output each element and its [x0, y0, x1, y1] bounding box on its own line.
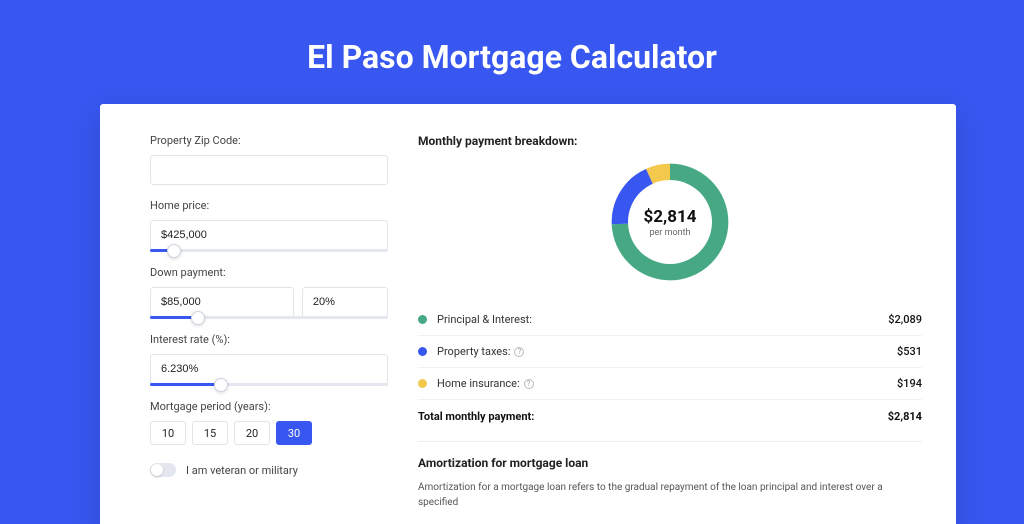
rate-slider[interactable] — [150, 383, 388, 386]
zip-input[interactable] — [150, 155, 388, 185]
total-value: $2,814 — [888, 410, 922, 423]
info-icon[interactable]: ? — [514, 347, 524, 357]
donut-chart-wrap: $2,814 per month — [418, 162, 922, 282]
breakdown-title: Monthly payment breakdown: — [418, 134, 922, 148]
form-column: Property Zip Code: Home price: Down paym… — [150, 134, 388, 524]
legend-row-2: Home insurance:?$194 — [418, 367, 922, 399]
price-input[interactable] — [150, 220, 388, 250]
period-label: Mortgage period (years): — [150, 400, 388, 413]
rate-field: Interest rate (%): — [150, 333, 388, 386]
rate-label: Interest rate (%): — [150, 333, 388, 346]
donut-amount: $2,814 — [644, 207, 697, 227]
price-slider-thumb[interactable] — [167, 244, 181, 258]
amortization-title: Amortization for mortgage loan — [418, 456, 922, 470]
price-slider[interactable] — [150, 249, 388, 252]
downpayment-label: Down payment: — [150, 266, 388, 279]
total-row: Total monthly payment: $2,814 — [418, 399, 922, 437]
period-option-15[interactable]: 15 — [192, 421, 228, 445]
legend-label: Property taxes:? — [437, 345, 897, 358]
price-label: Home price: — [150, 199, 388, 212]
rate-slider-fill — [150, 383, 221, 386]
legend-row-1: Property taxes:?$531 — [418, 335, 922, 367]
legend-dot-icon — [418, 315, 427, 324]
breakdown-column: Monthly payment breakdown: $2,814 per mo… — [418, 134, 922, 524]
info-icon[interactable]: ? — [524, 379, 534, 389]
legend-value: $2,089 — [888, 313, 922, 326]
legend-value: $531 — [897, 345, 922, 358]
section-divider — [418, 441, 922, 442]
veteran-label: I am veteran or military — [186, 464, 298, 477]
downpayment-field: Down payment: — [150, 266, 388, 319]
downpayment-slider-thumb[interactable] — [191, 311, 205, 325]
legend-label: Principal & Interest: — [437, 313, 888, 326]
period-options: 10152030 — [150, 421, 388, 445]
total-label: Total monthly payment: — [418, 410, 888, 423]
donut-sub: per month — [649, 228, 690, 238]
veteran-toggle[interactable] — [150, 463, 176, 477]
amortization-text: Amortization for a mortgage loan refers … — [418, 480, 922, 510]
donut-center: $2,814 per month — [628, 180, 712, 264]
period-option-30[interactable]: 30 — [276, 421, 312, 445]
veteran-row: I am veteran or military — [150, 463, 388, 477]
donut-chart: $2,814 per month — [610, 162, 730, 282]
zip-label: Property Zip Code: — [150, 134, 388, 147]
page-title: El Paso Mortgage Calculator — [0, 0, 1024, 104]
legend-dot-icon — [418, 379, 427, 388]
legend-value: $194 — [897, 377, 922, 390]
legend-row-0: Principal & Interest:$2,089 — [418, 304, 922, 335]
zip-field: Property Zip Code: — [150, 134, 388, 185]
rate-slider-thumb[interactable] — [214, 378, 228, 392]
period-option-20[interactable]: 20 — [234, 421, 270, 445]
calculator-card: Property Zip Code: Home price: Down paym… — [100, 104, 956, 524]
legend-dot-icon — [418, 347, 427, 356]
legend: Principal & Interest:$2,089Property taxe… — [418, 304, 922, 399]
price-field: Home price: — [150, 199, 388, 252]
downpayment-slider[interactable] — [150, 316, 388, 319]
rate-input[interactable] — [150, 354, 388, 384]
period-field: Mortgage period (years): 10152030 — [150, 400, 388, 445]
downpayment-amount-input[interactable] — [150, 287, 294, 317]
downpayment-percent-input[interactable] — [302, 287, 388, 317]
period-option-10[interactable]: 10 — [150, 421, 186, 445]
legend-label: Home insurance:? — [437, 377, 897, 390]
